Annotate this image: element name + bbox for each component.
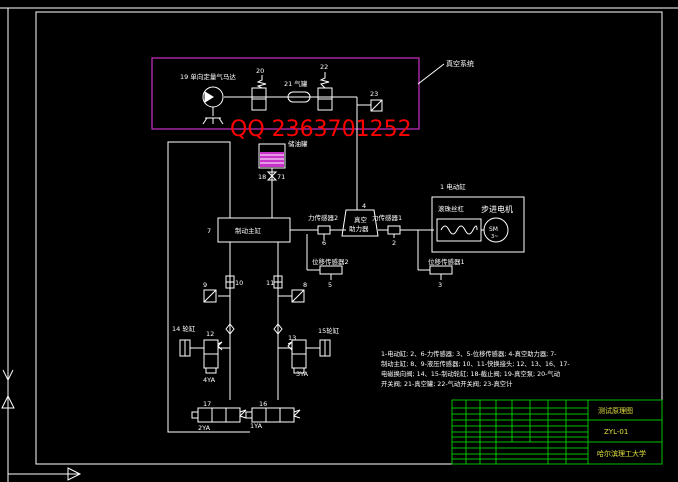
valve-20-label: 20: [256, 67, 264, 75]
valve-22-symbol: [317, 72, 333, 111]
legend-line-3: 电磁换向阀; 14、15-制动轮缸; 18-截止阀; 19-真空泵; 20-气动: [381, 369, 560, 378]
force-sensor-2-symbol: [290, 225, 346, 240]
vacuum-system-leader: [417, 63, 445, 85]
stepper-motor-sm: SM: [489, 226, 498, 233]
displacement-sensor-1-label: 位移传感器1: [428, 257, 465, 266]
pressure-sensor-8: [291, 289, 305, 303]
wheel-cylinder-14-label: 14 轮缸: [172, 324, 196, 333]
solenoid-valve-16: [245, 407, 301, 423]
displacement-sensor-1-symbol: [417, 230, 453, 280]
solenoid-valve-12-label: 12: [206, 330, 214, 338]
legend-line-2: 制动主缸; 8、9-液压传感器; 10、11-快换接头; 12、13、16、17…: [381, 359, 570, 368]
quick-connector-11-label: 11: [266, 279, 274, 287]
vacuum-gauge-23-label: 23: [370, 90, 378, 98]
wheel-cylinder-15-label: 15轮缸: [318, 326, 340, 335]
force-sensor-2-num: 6: [322, 239, 326, 247]
quick-connector-10-label: 10: [235, 279, 243, 287]
vacuum-system-label: 真空系统: [446, 59, 474, 68]
stop-valve-18-label: 18: [258, 173, 266, 181]
ball-screw-label: 滚珠丝杠: [438, 204, 465, 213]
vacuum-booster-label-2: 助力器: [349, 224, 369, 233]
hydraulic-lines: [218, 242, 292, 400]
title-block-school: 哈尔滨理工大学: [597, 449, 646, 458]
vacuum-line: [224, 96, 358, 210]
schematic-canvas: 真空系统 19 单向定量气马达 20 21 气罐 22 23 QQ 236370…: [0, 7, 678, 482]
legend-line-1: 1-电动缸; 2、6-力传感器; 3、5-位移传感器; 4-真空助力器; 7-: [381, 349, 557, 358]
stepper-motor-phase: 3~: [491, 234, 498, 240]
brake-master-num: 7: [207, 227, 211, 235]
pressure-sensor-8-label: 8: [303, 281, 307, 289]
force-sensor-1-label: 力传感器1: [372, 213, 402, 222]
solenoid-2ya-label: 2YA: [198, 424, 211, 432]
watermark-text: QQ 2363701252: [230, 117, 412, 142]
air-tank-21-label: 21 气罐: [284, 79, 308, 88]
solenoid-valve-17-label: 17: [203, 400, 211, 408]
displacement-sensor-2-num: 5: [328, 281, 332, 289]
vacuum-booster-label-1: 真空: [354, 215, 368, 224]
solenoid-3ya-label: 3YA: [296, 370, 309, 378]
force-sensor-1-num: 2: [392, 239, 396, 247]
vacuum-gauge-23: [357, 99, 383, 112]
displacement-sensor-1-num: 3: [438, 281, 442, 289]
oil-tank-symbol: [258, 143, 286, 218]
solenoid-4ya-label: 4YA: [203, 376, 216, 384]
drawing-frame: [35, 11, 663, 465]
solenoid-valve-16-label: 16: [259, 400, 267, 408]
solenoid-valve-13: [278, 339, 307, 374]
vacuum-booster-num: 4: [362, 202, 366, 210]
air-motor-label: 19 单向定量气马达: [180, 72, 236, 81]
pressure-sensor-9: [203, 289, 217, 303]
solenoid-valve-12: [203, 339, 230, 374]
solenoid-valve-13-label: 13: [288, 334, 296, 342]
stepper-motor-label: 步进电机: [481, 204, 513, 214]
legend-line-4: 开关阀; 21-真空罐; 22-气动开关阀; 23-真空计: [381, 379, 513, 388]
return-line-left: [167, 141, 250, 433]
pressure-sensor-9-label: 9: [203, 281, 207, 289]
force-sensor-2-label: 力传感器2: [308, 213, 338, 222]
solenoid-valve-17: [191, 407, 247, 423]
ball-screw-body: [436, 218, 482, 242]
title-block-title: 测试原理图: [598, 406, 633, 415]
valve-22-label: 22: [320, 63, 328, 71]
force-sensor-1-symbol: [378, 225, 434, 238]
electric-cylinder-label: 1 电动缸: [440, 182, 466, 191]
stop-valve-18-suffix: 71: [277, 173, 285, 181]
title-block-drawing-no: ZYL-01: [604, 428, 628, 436]
wheel-cylinder-14: [179, 339, 204, 357]
oil-tank-label: 储油罐: [288, 139, 308, 148]
brake-master-label: 制动主缸: [235, 226, 262, 235]
displacement-sensor-2-label: 位移传感器2: [312, 257, 349, 266]
legend: 1-电动缸; 2、6-力传感器; 3、5-位移传感器; 4-真空助力器; 7- …: [381, 349, 570, 388]
ball-screw-wave: [440, 225, 478, 235]
valve-20-symbol: [251, 75, 267, 111]
solenoid-1ya-label: 1YA: [250, 422, 263, 430]
wheel-cylinder-15: [306, 339, 331, 357]
air-motor-symbol: [202, 86, 224, 125]
